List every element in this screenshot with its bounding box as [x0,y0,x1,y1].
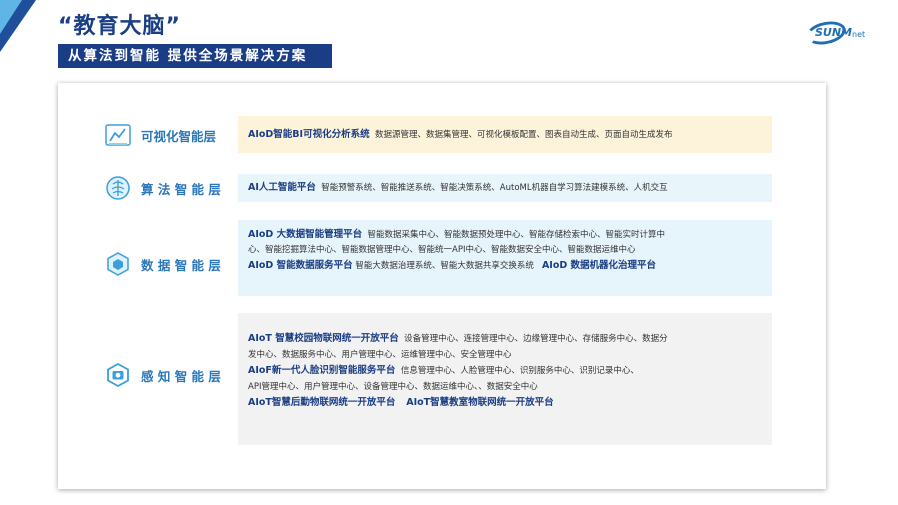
platform-name: AIoF新一代人脸识别智能服务平台 [248,365,396,376]
platform-name: AIoD 大数据智能管理平台 [248,229,363,240]
corner-decoration-light [0,0,22,34]
platform-name: AIoD 智能数据服务平台 [248,260,353,271]
content-line: AI人工智能平台 智能预警系统、智能推送系统、智能决策系统、AutoML机器自学… [248,180,762,196]
layer-label-algorithm: 算 法 智 能 层 [104,174,221,202]
content-line: AIoT智慧后勤物联网统一开放平台 AIoT智慧教室物联网统一开放平台 [248,395,762,411]
layer-label-perception: 感 知 智 能 层 [104,361,221,389]
platform-modules: 信息管理中心、人脸管理中心、识别服务中心、识别记录中心、 [400,366,639,376]
platform-modules-continued: API管理中心、用户管理中心、设备管理中心、数据运维中心、、数据安全中心 [248,382,538,392]
layer-label-data: 数 据 智 能 层 [104,250,221,278]
layer-name: 数 据 智 能 层 [141,257,221,273]
platform-modules: 设备管理中心、连接管理中心、边缘管理中心、存储服务中心、数据分 [404,334,668,344]
algorithm-layer-box: AI人工智能平台 智能预警系统、智能推送系统、智能决策系统、AutoML机器自学… [238,174,772,202]
content-line: AIoD 大数据智能管理平台 智能数据采集中心、智能数据预处理中心、智能存储检索… [248,227,762,243]
platform-name: AIoD智能BI可视化分析系统 [248,129,370,140]
page-subtitle: 从算法到智能 提供全场景解决方案 [58,44,332,68]
visual-layer-box: AIoD智能BI可视化分析系统 数据源管理、数据集管理、可视化模板配置、图表自动… [238,116,772,153]
brain-icon [106,176,130,200]
layer-name: 算 法 智 能 层 [141,181,221,197]
platform-name: AIoD 数据机器化治理平台 [541,260,657,271]
content-line: AIoD 智能数据服务平台 智能大数据治理系统、智能大数据共享交换系统 AIoD… [248,258,762,274]
data-layer-box: AIoD 大数据智能管理平台 智能数据采集中心、智能数据预处理中心、智能存储检索… [238,220,772,296]
platform-name: AIoT智慧后勤物联网统一开放平台 [248,397,396,408]
company-logo: SUNM net [804,16,874,50]
logo-suffix: net [852,30,866,39]
content-line: AIoD智能BI可视化分析系统 数据源管理、数据集管理、可视化模板配置、图表自动… [248,127,762,143]
layer-name: 可视化智能层 [141,128,217,144]
content-line: AIoF新一代人脸识别智能服务平台 信息管理中心、人脸管理中心、识别服务中心、识… [248,363,762,379]
layer-name: 感 知 智 能 层 [141,368,221,384]
camera-icon [107,362,129,388]
platform-name: AIoT 智慧校园物联网统一开放平台 [248,333,399,344]
platform-modules: 智能大数据治理系统、智能大数据共享交换系统 [355,261,534,271]
platform-modules: 数据源管理、数据集管理、可视化模板配置、图表自动生成、页面自动生成发布 [374,130,673,140]
content-line: AIoT 智慧校园物联网统一开放平台 设备管理中心、连接管理中心、边缘管理中心、… [248,331,762,347]
platform-modules-continued: 发中心、数据服务中心、用户管理中心、运维管理中心、安全管理中心 [248,350,512,360]
page-title: “教育大脑” [58,14,181,39]
platform-name: AI人工智能平台 [248,182,316,193]
layer-label-visual: 可视化智能层 [104,121,216,149]
data-cube-icon [107,252,129,276]
platform-name: AIoT智慧教室物联网统一开放平台 [406,397,554,408]
bar-chart-icon [105,124,131,146]
platform-modules-continued: 心、智能挖掘算法中心、智能数据管理中心、智能统一API中心、智能数据安全中心、智… [248,245,636,255]
perception-layer-box: AIoT 智慧校园物联网统一开放平台 设备管理中心、连接管理中心、边缘管理中心、… [238,313,772,445]
logo-word: SUNM [815,26,853,39]
platform-modules: 智能数据采集中心、智能数据预处理中心、智能存储检索中心、智能实时计算中 [367,230,666,240]
platform-modules: 智能预警系统、智能推送系统、智能决策系统、AutoML机器自学习算法建模系统、人… [321,183,668,193]
